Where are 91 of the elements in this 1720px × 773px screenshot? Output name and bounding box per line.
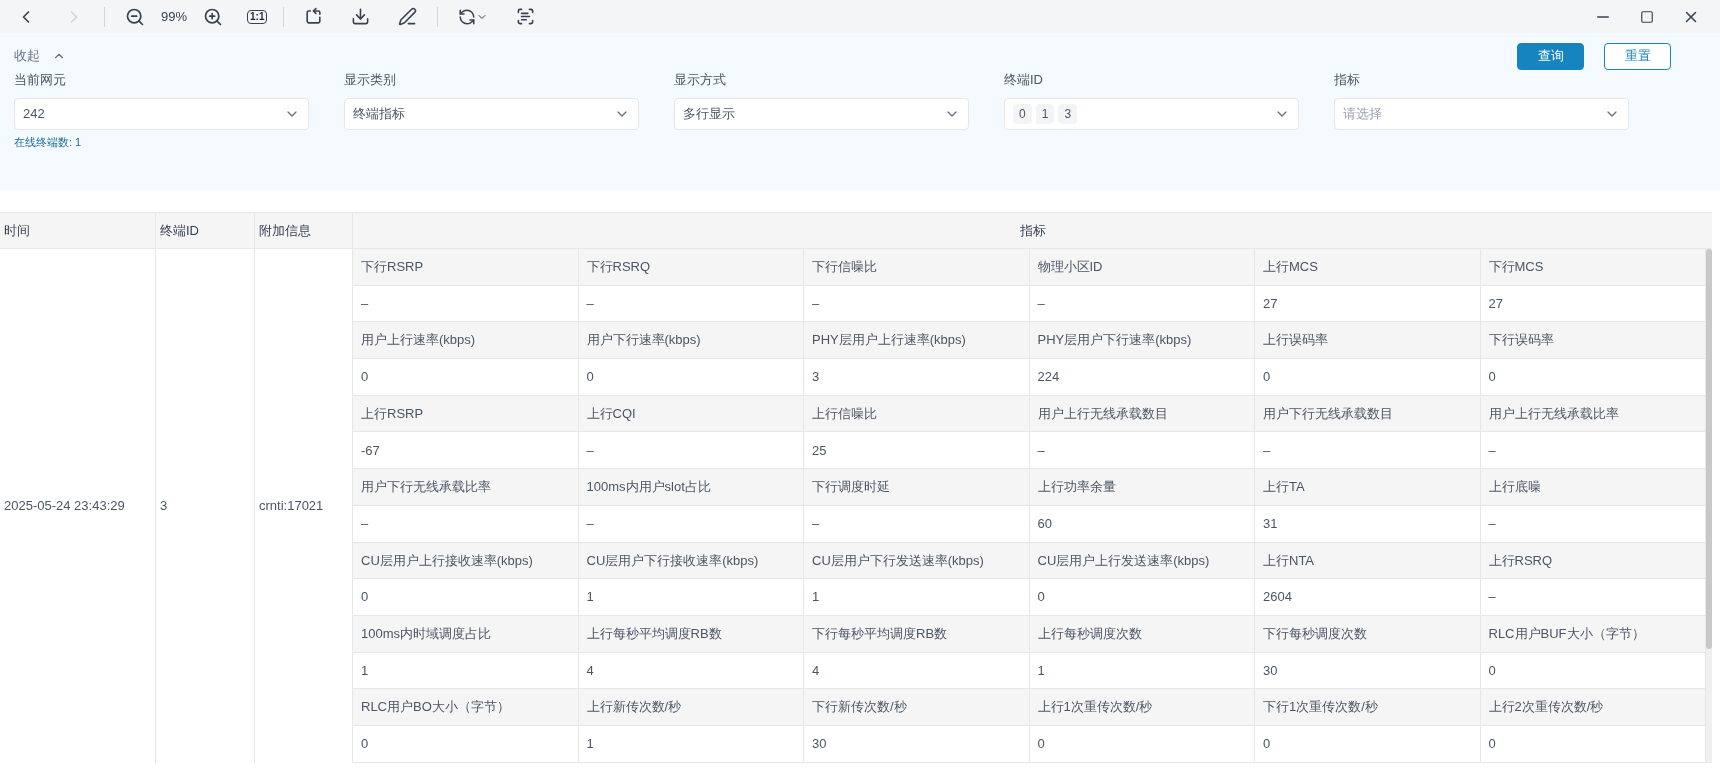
metric-label-cell: 上行功率余量: [1029, 469, 1255, 506]
metric-label-cell: 下行MCS: [1480, 249, 1706, 286]
metric-value-cell: 3: [804, 359, 1030, 396]
metric-label-cell: 用户下行速率(kbps): [578, 322, 804, 360]
metric-value-cell: –: [353, 505, 579, 543]
actual-size-button[interactable]: 1:1: [247, 9, 268, 24]
metric-label-cell: 下行调度时延: [804, 469, 1030, 506]
metric-label-cell: 下行新传次数/秒: [804, 689, 1030, 726]
metric-label-cell: CU层用户下行发送速率(kbps): [804, 542, 1030, 580]
metric-label-cell: 用户上行无线承载比率: [1480, 395, 1706, 433]
metric-label-cell: 上行信噪比: [804, 395, 1030, 433]
metric-label-cell: CU层用户上行发送速率(kbps): [1029, 542, 1255, 580]
column-header: 时间: [0, 213, 156, 249]
metric-value-cell: 0: [353, 579, 579, 616]
metric-label-cell: 下行信噪比: [804, 249, 1030, 286]
metric-label-cell: 下行每秒平均调度RB数: [804, 615, 1030, 653]
select-field[interactable]: 0 1 3: [1004, 97, 1299, 130]
metric-label-cell: 下行1次重传次数/秒: [1255, 689, 1481, 726]
metric-label-cell: 下行误码率: [1480, 322, 1706, 360]
select-field[interactable]: 终端指标: [344, 97, 639, 130]
metric-value-cell: 0: [1255, 725, 1481, 763]
metric-label-cell: 用户上行无线承载数目: [1029, 395, 1255, 433]
metric-label-cell: RLC用户BUF大小（字节）: [1480, 615, 1706, 653]
select-value: 242: [23, 104, 45, 123]
query-button[interactable]: 查询: [1517, 42, 1584, 70]
column-header: 附加信息: [255, 213, 353, 249]
tag-chip: 1: [1035, 103, 1055, 124]
field-label: 指标: [1334, 71, 1361, 89]
metric-label-cell: 用户下行无线承载数目: [1255, 395, 1481, 433]
metric-label-cell: 用户下行无线承载比率: [353, 469, 579, 506]
metric-label-cell: CU层用户上行接收速率(kbps): [353, 542, 579, 580]
metric-label-cell: 上行误码率: [1255, 322, 1481, 360]
field-label: 终端ID: [1004, 71, 1044, 89]
select-field[interactable]: 242: [14, 97, 309, 130]
select-placeholder: 请选择: [1343, 104, 1382, 123]
metric-label-cell: 100ms内时域调度占比: [353, 615, 579, 653]
metric-value-cell: 0: [578, 359, 804, 396]
metric-label-cell: 下行RSRP: [353, 249, 579, 286]
metric-label-cell: 上行NTA: [1255, 542, 1481, 580]
metric-value-cell: 60: [1029, 505, 1255, 543]
metric-label-cell: 上行2次重传次数/秒: [1480, 689, 1706, 726]
metric-label-cell: 上行底噪: [1480, 469, 1706, 506]
reset-button[interactable]: 重置: [1604, 42, 1671, 70]
metric-value-cell: –: [578, 505, 804, 543]
metric-value-cell: –: [804, 505, 1030, 543]
metric-value-cell: 2604: [1255, 579, 1481, 616]
metric-label-cell: PHY层用户上行速率(kbps): [804, 322, 1030, 360]
metric-label-cell: 上行新传次数/秒: [578, 689, 804, 726]
column-header: 终端ID: [156, 213, 255, 249]
metric-value-cell: 0: [1029, 579, 1255, 616]
metric-label-cell: 上行RSRQ: [1480, 542, 1706, 580]
metric-label-cell: 下行RSRQ: [578, 249, 804, 286]
metric-value-cell: 0: [353, 359, 579, 396]
zoom-level: 99%: [161, 7, 188, 26]
metric-label-cell: 下行每秒调度次数: [1255, 615, 1481, 653]
field-label: 显示类别: [344, 71, 397, 89]
metric-value-cell: 31: [1255, 505, 1481, 543]
select-value: 多行显示: [683, 104, 735, 123]
collapse-toggle[interactable]: 收起: [14, 46, 66, 66]
table-cell: 3: [156, 249, 255, 763]
metric-value-cell: 1: [804, 579, 1030, 616]
metric-value-cell: 0: [353, 725, 579, 763]
field-label: 显示方式: [674, 71, 727, 89]
metric-label-cell: 上行1次重传次数/秒: [1029, 689, 1255, 726]
select-value: 终端指标: [353, 104, 405, 123]
metric-label-cell: 上行每秒平均调度RB数: [578, 615, 804, 653]
metric-label-cell: RLC用户BO大小（字节）: [353, 689, 579, 726]
metric-label-cell: 上行MCS: [1255, 249, 1481, 286]
metric-label-cell: 物理小区ID: [1029, 249, 1255, 286]
metric-value-cell: 0: [1255, 359, 1481, 396]
metric-value-cell: 0: [1029, 725, 1255, 763]
field-label: 当前网元: [14, 71, 67, 89]
metric-value-cell: 1: [578, 579, 804, 616]
metric-label-cell: 上行每秒调度次数: [1029, 615, 1255, 653]
select-field[interactable]: 多行显示: [674, 97, 969, 130]
metric-label-cell: 100ms内用户slot占比: [578, 469, 804, 506]
metric-value-cell: 224: [1029, 359, 1255, 396]
online-count: 在线终端数: 1: [14, 134, 83, 150]
metric-label-cell: PHY层用户下行速率(kbps): [1029, 322, 1255, 360]
tag-chip: 3: [1058, 103, 1078, 124]
tag-chip: 0: [1013, 103, 1032, 124]
scrollbar-thumb[interactable]: [1706, 249, 1712, 649]
column-header: 指标: [353, 213, 1712, 249]
metric-label-cell: CU层用户下行接收速率(kbps): [578, 542, 804, 580]
metric-label-cell: 上行TA: [1255, 469, 1481, 506]
metric-label-cell: 用户上行速率(kbps): [353, 322, 579, 360]
metric-value-cell: 1: [578, 725, 804, 763]
metric-label-cell: 上行CQI: [578, 395, 804, 433]
table-cell: 2025-05-24 23:43:29: [0, 249, 156, 763]
metric-value-cell: 30: [804, 725, 1030, 763]
metric-label-cell: 上行RSRP: [353, 395, 579, 433]
